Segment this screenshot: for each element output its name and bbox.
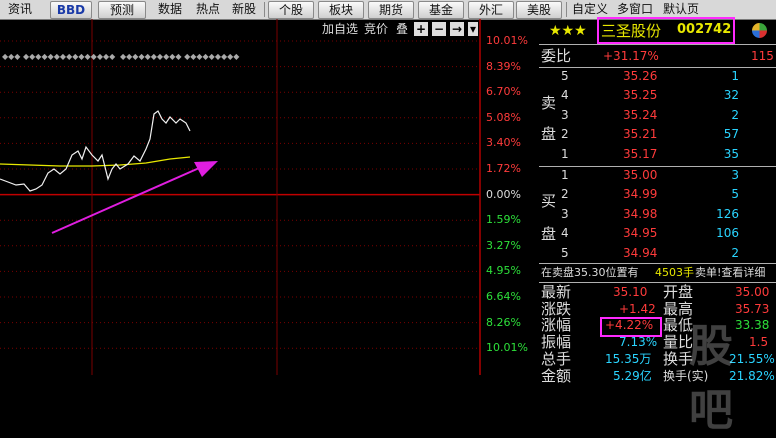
order-price: 34.98 — [623, 206, 658, 221]
order-price: 35.24 — [623, 107, 658, 122]
toolbar-divider — [566, 2, 567, 17]
tab-futures[interactable]: 期货 — [368, 1, 414, 19]
amount-value: 5.29亿 — [613, 369, 652, 383]
sell-order-row[interactable]: 2 35.21 57 — [539, 125, 776, 144]
order-volume: 2 — [731, 107, 739, 122]
auction-markers: ◆◆◆◆◆◆◆◆◆◆ ◆◆◆◆◆◆◆◆◆ — [120, 52, 240, 61]
order-ratio-row: 委比 +31.17% 115 — [539, 47, 776, 66]
level-number: 2 — [561, 187, 569, 202]
order-volume: 126 — [716, 206, 739, 221]
buy-order-row[interactable]: 1 35.00 3 — [539, 166, 776, 185]
order-volume: 3 — [731, 168, 739, 182]
tab-stock[interactable]: 个股 — [268, 1, 314, 19]
view-details-link[interactable]: 卖单!查看详细 — [695, 263, 765, 282]
pie-chart-icon[interactable] — [752, 23, 767, 38]
order-price: 34.94 — [623, 245, 658, 260]
tab-us-stocks[interactable]: 美股 — [516, 1, 562, 19]
tab-forecast[interactable]: 预测 — [98, 1, 146, 19]
order-volume: 106 — [716, 226, 739, 241]
order-volume: 1 — [731, 69, 739, 83]
order-volume: 57 — [723, 127, 739, 142]
intraday-chart: ◆◆◆ ◆◆◆◆◆◆◆◆◆◆◆◆◆◆◆ ◆◆◆◆◆◆◆◆◆◆ ◆◆◆◆◆◆◆◆◆ — [0, 19, 481, 375]
order-price: 34.99 — [623, 187, 658, 202]
tab-hot[interactable]: 热点 — [190, 0, 226, 19]
order-price: 35.21 — [623, 127, 658, 142]
watermark-logo: 股吧 — [689, 321, 733, 436]
annotation-arrow — [51, 164, 207, 234]
tab-ipo[interactable]: 新股 — [226, 0, 262, 19]
sell-order-row[interactable]: 5 35.26 1 — [539, 67, 776, 86]
auction-markers: ◆◆◆ ◆◆◆◆◆◆◆◆◆◆◆◆◆◆◆ — [2, 52, 116, 61]
level-number: 5 — [561, 69, 569, 83]
level-number: 2 — [561, 127, 569, 142]
order-price: 35.17 — [623, 146, 658, 161]
tab-news[interactable]: 资讯 — [0, 0, 40, 19]
order-ratio-label: 委比 — [541, 47, 572, 65]
order-price: 35.25 — [623, 88, 658, 103]
buy-order-row[interactable]: 4 34.95 106 — [539, 224, 776, 243]
notice-volume: 4503手 — [655, 266, 694, 279]
level-number: 3 — [561, 107, 569, 122]
level-number: 4 — [561, 226, 569, 241]
level-number: 5 — [561, 245, 569, 260]
tab-forex[interactable]: 外汇 — [468, 1, 514, 19]
order-ratio-diff: 115 — [751, 49, 774, 63]
order-volume: 2 — [731, 245, 739, 260]
order-ratio-value: +31.17% — [603, 49, 659, 63]
level-number: 3 — [561, 206, 569, 221]
level-number: 4 — [561, 88, 569, 103]
stock-name: 三圣股份 — [601, 22, 662, 40]
price-line — [0, 110, 191, 192]
rating-stars: ★★★ — [549, 23, 587, 39]
tab-funds[interactable]: 基金 — [418, 1, 464, 19]
large-order-notice[interactable]: 在卖盘35.30位置有 4503手 卖单!查看详细 — [539, 263, 776, 282]
order-price: 34.95 — [623, 226, 658, 241]
toolbar-divider — [264, 2, 265, 17]
sell-order-row[interactable]: 3 35.24 2 — [539, 106, 776, 125]
tab-bbd[interactable]: BBD — [50, 1, 92, 19]
order-price: 35.26 — [623, 69, 658, 83]
quote-panel: ★★★ 三圣股份 002742 委比 +31.17% 115 卖 盘 5 35.2… — [539, 17, 776, 436]
divider — [539, 44, 776, 45]
sell-order-row[interactable]: 1 35.17 35 — [539, 145, 776, 164]
buy-order-row[interactable]: 5 34.94 2 — [539, 244, 776, 263]
buy-order-row[interactable]: 3 34.98 126 — [539, 205, 776, 224]
stock-code: 002742 — [677, 22, 732, 37]
tab-sector[interactable]: 板块 — [318, 1, 364, 19]
amount-label: 金额 — [541, 367, 572, 385]
order-volume: 35 — [723, 146, 739, 161]
sell-order-row[interactable]: 4 35.25 32 — [539, 86, 776, 105]
order-price: 35.00 — [623, 168, 658, 182]
buy-order-row[interactable]: 2 34.99 5 — [539, 185, 776, 204]
order-volume: 32 — [723, 88, 739, 103]
order-volume: 5 — [731, 187, 739, 202]
notice-text: 在卖盘35.30位置有 — [541, 266, 639, 279]
level-number: 1 — [561, 146, 569, 161]
tab-data[interactable]: 数据 — [152, 0, 188, 19]
level-number: 1 — [561, 168, 569, 182]
